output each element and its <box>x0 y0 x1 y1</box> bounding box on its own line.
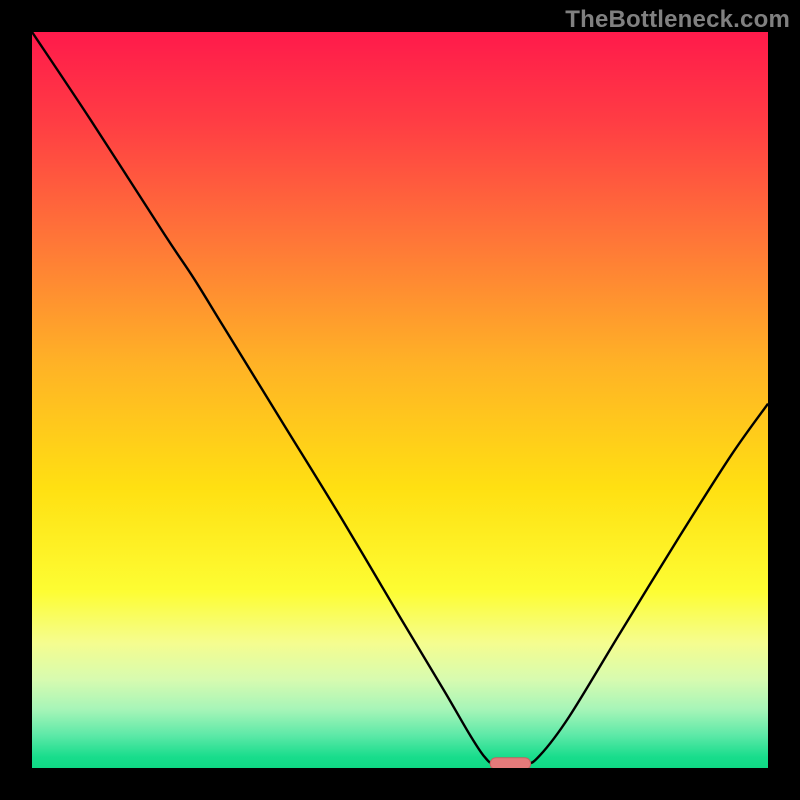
watermark-text: TheBottleneck.com <box>565 6 790 34</box>
chart-frame: TheBottleneck.com <box>0 0 800 800</box>
gradient-background <box>32 32 768 768</box>
chart-svg <box>32 32 768 768</box>
plot-area <box>32 32 768 768</box>
optimal-marker <box>490 758 530 768</box>
